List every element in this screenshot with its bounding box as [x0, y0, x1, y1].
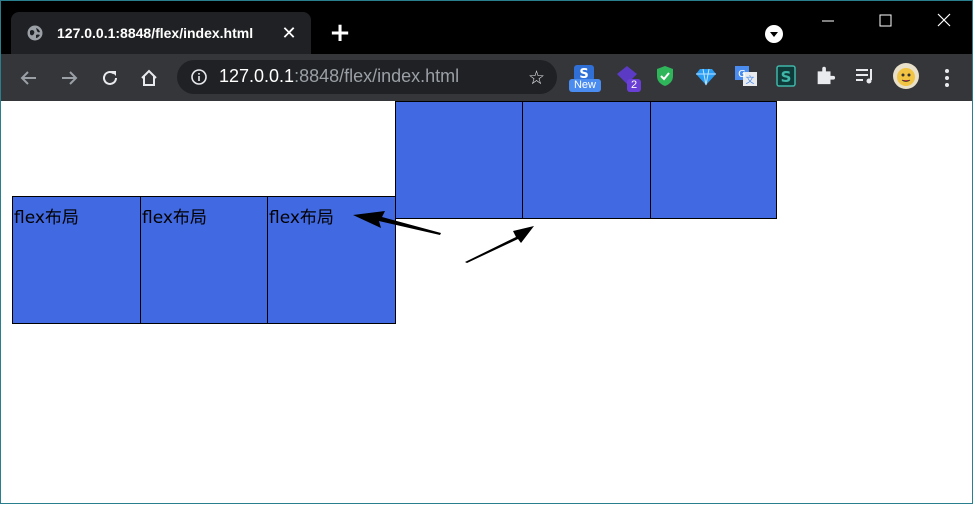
arrow-up-right-icon	[465, 226, 534, 263]
annotation-arrows	[353, 211, 534, 263]
arrow-left-icon	[353, 211, 441, 235]
